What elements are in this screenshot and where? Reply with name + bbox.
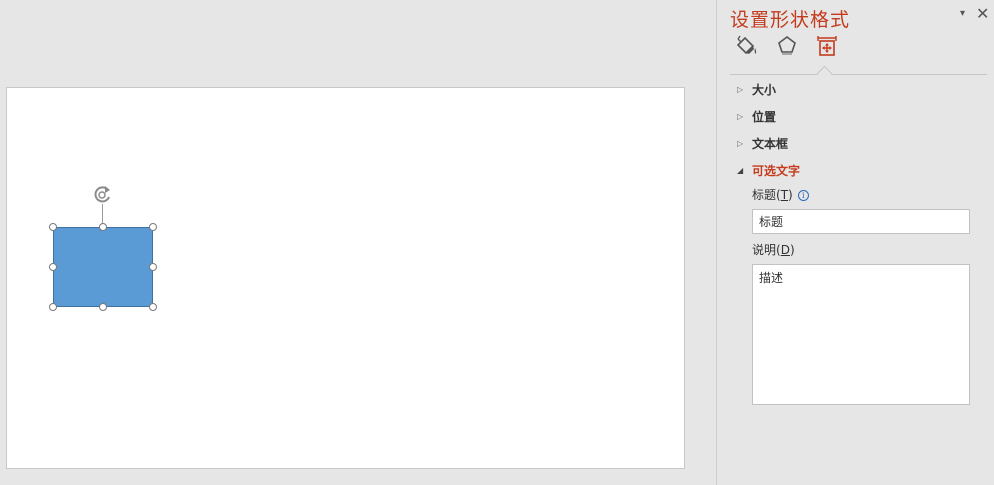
resize-handle-top[interactable] [99, 223, 107, 231]
chevron-right-icon: ▷ [737, 84, 744, 94]
section-label: 位置 [752, 109, 777, 124]
active-tab-indicator [816, 65, 833, 82]
pane-close-icon[interactable]: ✕ [976, 4, 989, 23]
slide-canvas[interactable] [6, 87, 685, 469]
section-text-box[interactable]: ▷ 文本框 [737, 134, 788, 152]
paint-bucket-icon[interactable] [733, 33, 759, 59]
format-shape-pane: 设置形状格式 ▾ ✕ ▷ 大小 ▷ 位置 ▷ 文本框 ◢ 可选文字 标题(T) … [717, 0, 994, 485]
section-label: 文本框 [752, 136, 789, 151]
chevron-right-icon: ▷ [737, 111, 744, 121]
chevron-down-icon: ◢ [737, 165, 744, 175]
resize-handle-bottom-left[interactable] [49, 303, 57, 311]
alt-text-title-input[interactable] [752, 209, 970, 234]
pane-options-dropdown-icon[interactable]: ▾ [960, 8, 965, 19]
tab-divider [730, 74, 987, 75]
rotate-handle-icon[interactable] [91, 184, 115, 206]
pentagon-icon[interactable] [774, 33, 800, 59]
pane-title: 设置形状格式 [730, 9, 851, 31]
section-label: 可选文字 [752, 163, 801, 178]
resize-handle-bottom[interactable] [99, 303, 107, 311]
section-label: 大小 [752, 82, 777, 97]
resize-handle-bottom-right[interactable] [149, 303, 157, 311]
resize-handle-top-right[interactable] [149, 223, 157, 231]
resize-handle-right[interactable] [149, 263, 157, 271]
size-layout-icon[interactable] [814, 33, 840, 59]
slide-workspace [0, 0, 716, 485]
section-size[interactable]: ▷ 大小 [737, 80, 776, 98]
title-field-label: 标题(T) i [752, 186, 809, 203]
resize-handle-top-left[interactable] [49, 223, 57, 231]
chevron-right-icon: ▷ [737, 138, 744, 148]
alt-text-description-input[interactable]: 描述 [752, 264, 970, 405]
info-icon[interactable]: i [797, 190, 809, 201]
selected-rectangle-shape[interactable] [53, 227, 153, 307]
section-alt-text[interactable]: ◢ 可选文字 [737, 161, 800, 179]
description-field-label: 说明(D) [752, 243, 795, 257]
section-position[interactable]: ▷ 位置 [737, 107, 776, 125]
resize-handle-left[interactable] [49, 263, 57, 271]
